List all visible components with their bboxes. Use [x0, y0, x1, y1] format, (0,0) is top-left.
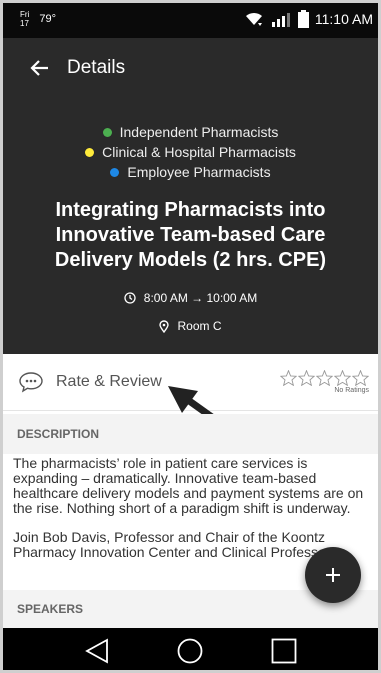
add-fab-button[interactable]	[305, 547, 361, 603]
nav-recents-button[interactable]	[262, 632, 306, 670]
status-day: Fri	[20, 10, 30, 19]
triangle-back-icon	[84, 637, 108, 664]
clock-icon	[124, 292, 136, 304]
track-dot-blue	[110, 167, 120, 177]
rate-review-label: Rate & Review	[56, 373, 162, 390]
status-icons: 11:10 AM	[244, 10, 373, 28]
date-stack: Fri 17	[20, 10, 29, 28]
rate-review-button[interactable]: Rate & Review	[18, 371, 162, 393]
star-icon	[316, 370, 333, 386]
chat-bubble-icon	[19, 372, 43, 393]
plus-icon	[326, 568, 340, 582]
session-location-text: Room C	[177, 319, 222, 333]
session-time: 8:00 AM → 10:00 AM	[0, 291, 381, 305]
location-pin-icon	[159, 319, 170, 333]
battery-icon	[297, 10, 309, 28]
status-time: 11:10 AM	[314, 11, 373, 27]
arrow-left-icon	[30, 60, 48, 76]
track-dot-green	[102, 127, 112, 137]
track-label: Employee Pharmacists	[127, 164, 271, 180]
session-hero: Independent Pharmacists Clinical & Hospi…	[0, 98, 381, 354]
track-item: Employee Pharmacists	[0, 162, 381, 182]
status-temperature: 79°	[39, 13, 56, 25]
stars-row	[280, 370, 369, 386]
description-paragraph: The pharmacists’ role in patient care se…	[13, 456, 364, 516]
star-icon	[298, 370, 315, 386]
description-header: DESCRIPTION	[0, 414, 381, 454]
circle-home-icon	[178, 638, 203, 663]
star-icon	[352, 370, 369, 386]
signal-icon	[271, 13, 290, 27]
system-nav-bar	[0, 628, 381, 673]
star-icon	[280, 370, 297, 386]
track-item: Independent Pharmacists	[0, 122, 381, 142]
track-item: Clinical & Hospital Pharmacists	[0, 142, 381, 162]
page-title: Details	[67, 57, 126, 78]
star-icon	[334, 370, 351, 386]
nav-home-button[interactable]	[168, 632, 212, 670]
track-list: Independent Pharmacists Clinical & Hospi…	[0, 122, 381, 182]
nav-back-button[interactable]	[75, 632, 119, 670]
wifi-icon	[245, 12, 262, 26]
back-button[interactable]	[21, 50, 57, 86]
track-dot-yellow	[85, 147, 95, 157]
session-title: Integrating Pharmacists into Innovative …	[54, 199, 327, 271]
track-label: Independent Pharmacists	[119, 124, 279, 140]
square-recents-icon	[271, 638, 297, 663]
status-date: 17	[20, 19, 29, 28]
status-bar: Fri 17 79° 11:10 AM	[0, 0, 381, 38]
session-time-text: 8:00 AM → 10:00 AM	[143, 291, 258, 305]
star-rating[interactable]: No Ratings	[280, 370, 369, 394]
no-ratings-label: No Ratings	[334, 387, 369, 394]
track-label: Clinical & Hospital Pharmacists	[102, 144, 296, 160]
app-bar: Details	[0, 38, 381, 98]
session-location: Room C	[0, 319, 381, 333]
